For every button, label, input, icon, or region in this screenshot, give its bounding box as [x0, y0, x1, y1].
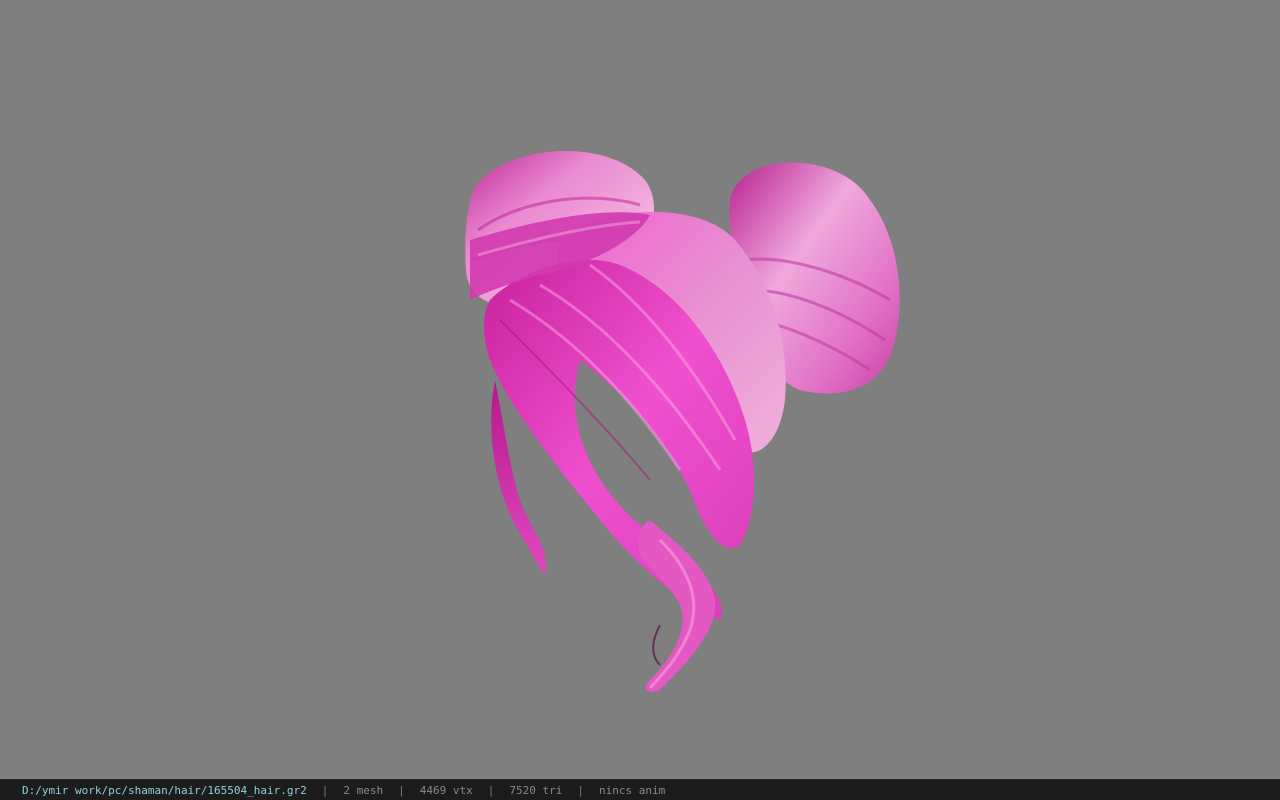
separator: |	[398, 783, 405, 797]
hair-model	[465, 151, 900, 692]
triangle-count: 7520 tri	[509, 783, 563, 797]
vertex-count: 4469 vtx	[419, 783, 473, 797]
status-bar: D:/ymir work/pc/shaman/hair/165504_hair.…	[0, 779, 1280, 800]
mesh-count: 2 mesh	[343, 783, 384, 797]
separator: |	[321, 783, 329, 797]
file-path: D:/ymir work/pc/shaman/hair/165504_hair.…	[22, 783, 307, 797]
bottom-curl	[638, 520, 716, 692]
separator: |	[487, 783, 495, 797]
3d-viewport[interactable]	[0, 0, 1280, 779]
separator: |	[577, 783, 584, 797]
anim-status: nincs anim	[599, 783, 666, 797]
